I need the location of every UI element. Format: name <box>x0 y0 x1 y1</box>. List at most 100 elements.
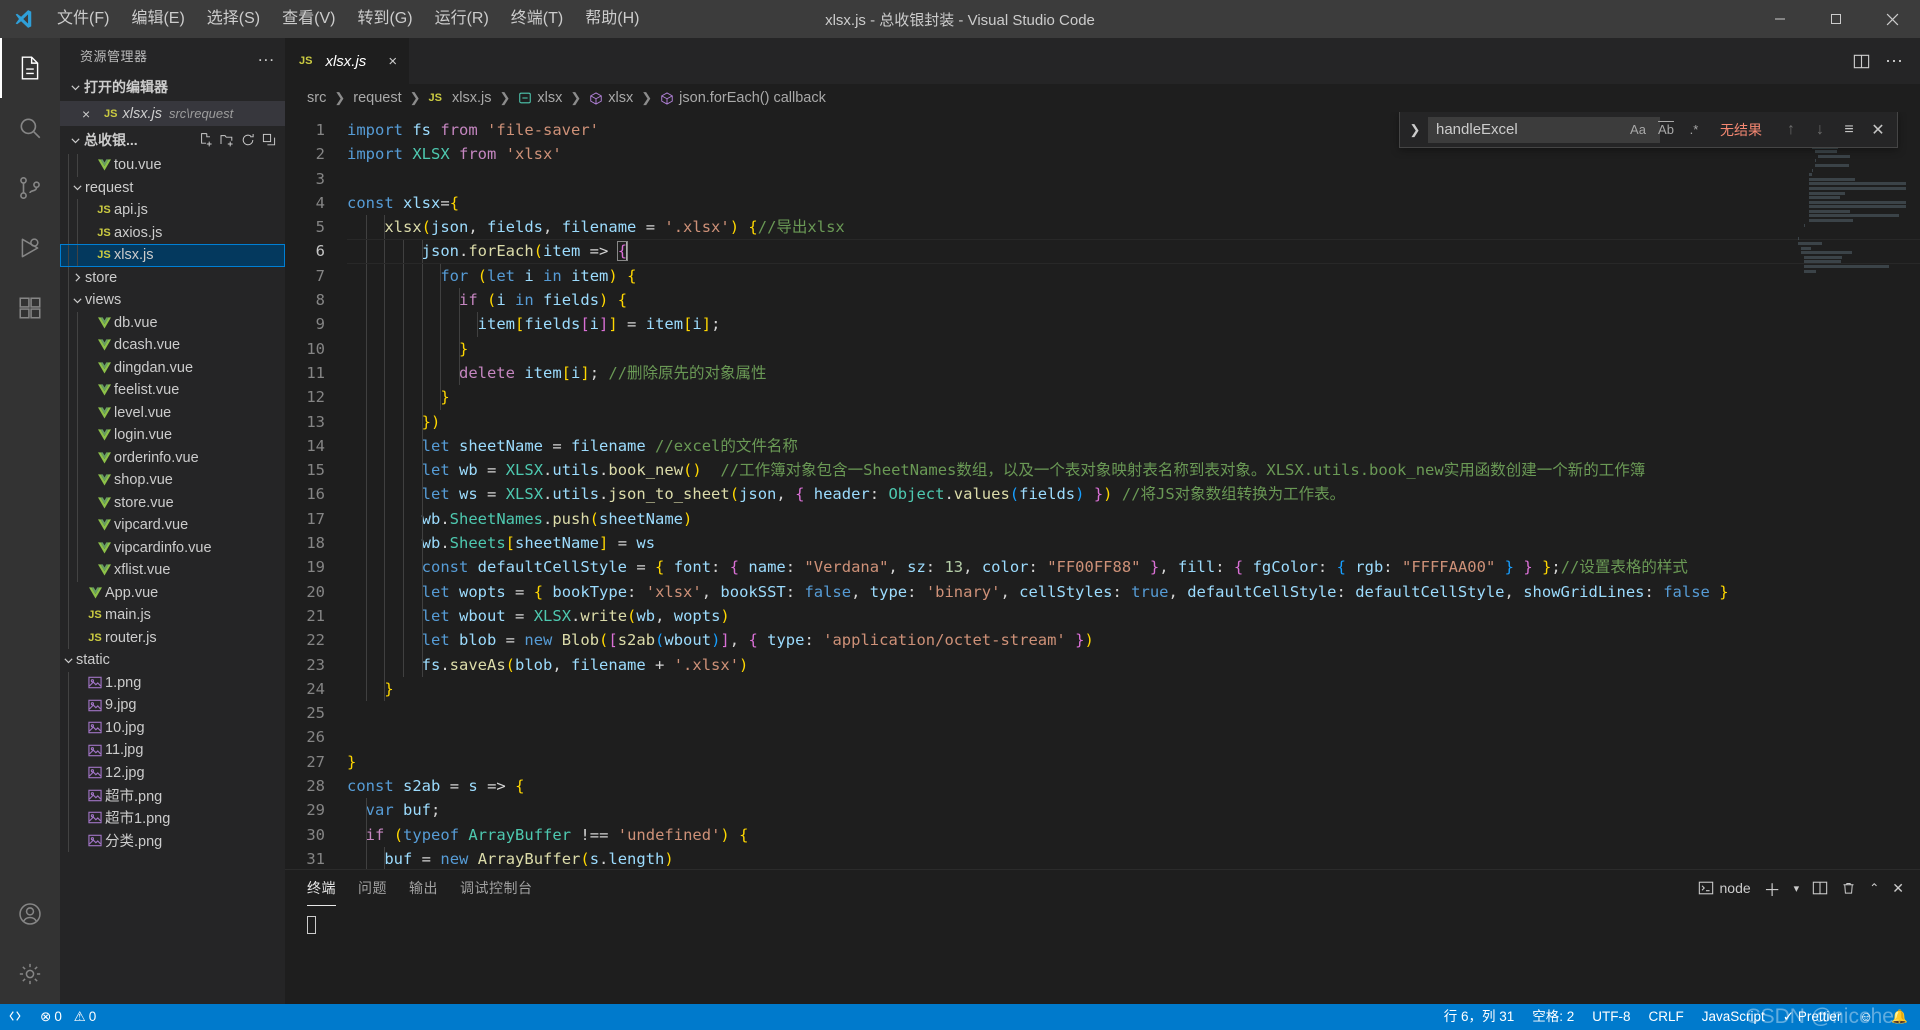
refresh-icon[interactable] <box>240 132 256 148</box>
kill-terminal-icon[interactable] <box>1841 881 1856 896</box>
code-line[interactable]: let wb = XLSX.utils.book_new() //工作簿对象包含… <box>347 458 1920 483</box>
status-prettier[interactable]: ✓ Prettier <box>1774 1004 1851 1030</box>
tree-item-9-jpg[interactable]: 9.jpg <box>60 694 285 717</box>
find-in-selection-icon[interactable]: ≡ <box>1836 117 1862 143</box>
tree-item-dingdan-vue[interactable]: dingdan.vue <box>60 356 285 379</box>
terminal-output[interactable] <box>285 906 1920 1004</box>
tree-item-feelist-vue[interactable]: feelist.vue <box>60 379 285 402</box>
match-whole-word-icon[interactable]: Ab <box>1654 119 1678 141</box>
tree-item-分类-png[interactable]: 分类.png <box>60 829 285 852</box>
tree-item-level-vue[interactable]: level.vue <box>60 401 285 424</box>
split-editor-icon[interactable] <box>1852 52 1871 71</box>
tab-xlsx-js[interactable]: JS xlsx.js × <box>285 38 411 84</box>
tree-item-xlsx-js[interactable]: JS xlsx.js <box>60 244 285 267</box>
tree-item-dcash-vue[interactable]: dcash.vue <box>60 334 285 357</box>
status-encoding[interactable]: UTF-8 <box>1583 1004 1639 1030</box>
maximize-panel-icon[interactable]: ⌃ <box>1869 881 1879 895</box>
status-language-mode[interactable]: JavaScript <box>1693 1004 1774 1030</box>
menu-help[interactable]: 帮助(H) <box>574 0 650 38</box>
activity-extensions-icon[interactable] <box>0 278 60 338</box>
tree-item-vipcardinfo-vue[interactable]: vipcardinfo.vue <box>60 536 285 559</box>
toggle-replace-chevron-icon[interactable]: ❯ <box>1404 122 1426 138</box>
activity-source-control-icon[interactable] <box>0 158 60 218</box>
code-line[interactable]: xlsx(json, fields, filename = '.xlsx') {… <box>347 215 1920 240</box>
editor-more-actions-icon[interactable]: ⋯ <box>1885 51 1904 72</box>
tree-item-store-vue[interactable]: store.vue <box>60 491 285 514</box>
tree-item-10-jpg[interactable]: 10.jpg <box>60 716 285 739</box>
menu-view[interactable]: 查看(V) <box>271 0 346 38</box>
code-line[interactable] <box>347 725 1920 749</box>
chevron-down-icon[interactable] <box>69 295 85 306</box>
breadcrumb-request[interactable]: request <box>353 90 401 106</box>
tree-item-axios-js[interactable]: JS axios.js <box>60 221 285 244</box>
tree-item-App-vue[interactable]: App.vue <box>60 581 285 604</box>
section-project-root[interactable]: 总收银... <box>60 126 285 154</box>
code-line[interactable]: var buf; <box>347 798 1920 823</box>
activity-search-icon[interactable] <box>0 98 60 158</box>
code-line[interactable]: json.forEach(item => { <box>347 239 1920 265</box>
breadcrumb-symbol-variable[interactable]: xlsx <box>518 90 562 106</box>
code-line[interactable] <box>347 701 1920 725</box>
status-eol[interactable]: CRLF <box>1640 1004 1693 1030</box>
breadcrumb-file[interactable]: JS xlsx.js <box>429 90 492 106</box>
minimize-button[interactable] <box>1752 0 1808 38</box>
code-content[interactable]: import fs from 'file-saver' import XLSX f… <box>347 112 1920 869</box>
code-line[interactable]: let sheetName = filename //excel的文件名称 <box>347 433 1920 459</box>
tree-item-static[interactable]: static <box>60 649 285 672</box>
code-line[interactable]: delete item[i]; //删除原先的对象属性 <box>347 360 1920 386</box>
menu-file[interactable]: 文件(F) <box>46 0 120 38</box>
code-line[interactable]: let blob = new Blob([s2ab(wbout)], { typ… <box>347 628 1920 653</box>
find-previous-icon[interactable]: ↑ <box>1778 117 1804 143</box>
menu-terminal[interactable]: 终端(T) <box>500 0 574 38</box>
terminal-shell-selector[interactable]: node <box>1698 880 1751 896</box>
activity-settings-gear-icon[interactable] <box>0 944 60 1004</box>
code-line[interactable]: }) <box>347 409 1920 434</box>
tree-item-tou-vue[interactable]: tou.vue <box>60 154 285 177</box>
chevron-right-icon[interactable] <box>69 272 85 283</box>
code-line[interactable]: } <box>347 385 1920 410</box>
tree-item-request[interactable]: request <box>60 176 285 199</box>
new-file-icon[interactable] <box>198 132 214 148</box>
chevron-down-icon[interactable] <box>69 182 85 193</box>
code-line[interactable]: if (typeof ArrayBuffer !== 'undefined') … <box>347 822 1920 847</box>
code-line[interactable]: item[fields[i]] = item[i]; <box>347 312 1920 337</box>
file-tree[interactable]: tou.vue request JS api.js JS axios.js JS xlsx.j… <box>60 154 285 1004</box>
code-line[interactable]: wb.SheetNames.push(sheetName) <box>347 506 1920 532</box>
remote-indicator[interactable] <box>0 1004 31 1030</box>
status-cursor-position[interactable]: 行 6，列 31 <box>1435 1004 1524 1030</box>
status-indentation[interactable]: 空格: 2 <box>1523 1004 1583 1030</box>
activity-explorer-icon[interactable] <box>0 38 60 98</box>
code-line[interactable] <box>347 167 1920 191</box>
panel-tab-problems[interactable]: 问题 <box>358 870 387 906</box>
activity-accounts-icon[interactable] <box>0 884 60 944</box>
status-problems[interactable]: ⊗ 0 ⚠ 0 <box>31 1004 105 1030</box>
breadcrumb-symbol-callback[interactable]: json.forEach() callback <box>660 90 826 106</box>
code-line[interactable]: const s2ab = s => { <box>347 774 1920 798</box>
new-terminal-icon[interactable]: ＋ <box>1764 876 1781 901</box>
tree-item-views[interactable]: views <box>60 289 285 312</box>
terminal-dropdown-chevron-icon[interactable]: ▾ <box>1794 882 1800 895</box>
tree-item-vipcard-vue[interactable]: vipcard.vue <box>60 514 285 537</box>
menu-selection[interactable]: 选择(S) <box>196 0 271 38</box>
find-close-icon[interactable]: ✕ <box>1865 117 1891 143</box>
tree-item-shop-vue[interactable]: shop.vue <box>60 469 285 492</box>
menu-run[interactable]: 运行(R) <box>424 0 500 38</box>
code-line[interactable]: let ws = XLSX.utils.json_to_sheet(json, … <box>347 482 1920 507</box>
tree-item-1-png[interactable]: 1.png <box>60 671 285 694</box>
panel-tab-output[interactable]: 输出 <box>409 870 438 906</box>
tab-close-icon[interactable]: × <box>388 53 397 70</box>
split-terminal-icon[interactable] <box>1812 880 1828 896</box>
code-line[interactable]: } <box>347 336 1920 361</box>
code-editor[interactable]: 1 2 3 4 5 6 7 8 9 10 11 12 13 14 15 16 17 18 19 20 21 22 23 24 2… <box>285 112 1920 869</box>
tree-item-api-js[interactable]: JS api.js <box>60 199 285 222</box>
code-line[interactable]: if (i in fields) { <box>347 288 1920 313</box>
status-notifications-bell-icon[interactable]: 🔔 <box>1882 1004 1920 1030</box>
activity-debug-icon[interactable] <box>0 218 60 278</box>
code-line[interactable]: for (let i in item) { <box>347 263 1920 289</box>
status-feedback-icon[interactable]: ☺ <box>1850 1004 1882 1030</box>
use-regex-icon[interactable]: .* <box>1682 119 1706 141</box>
match-case-icon[interactable]: Aa <box>1626 119 1650 141</box>
code-line[interactable]: } <box>347 676 1920 702</box>
code-line[interactable]: wb.Sheets[sheetName] = ws <box>347 531 1920 556</box>
code-line[interactable]: buf = new ArrayBuffer(s.length) <box>347 846 1920 869</box>
